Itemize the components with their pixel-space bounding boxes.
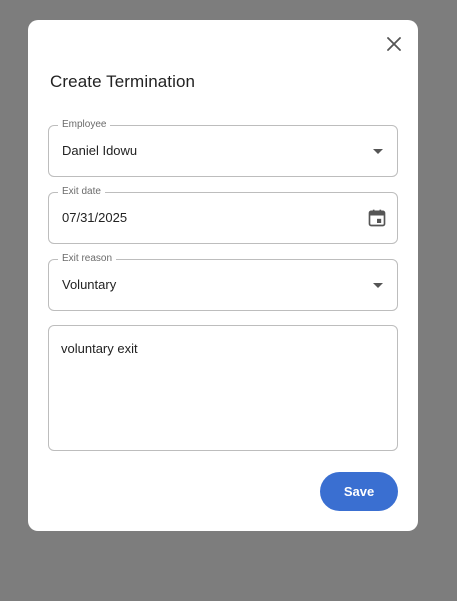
exit-date-value: 07/31/2025 bbox=[62, 210, 128, 225]
close-button[interactable] bbox=[383, 33, 405, 55]
close-icon bbox=[387, 37, 401, 51]
exit-reason-select[interactable]: Exit reason Voluntary bbox=[48, 252, 398, 311]
create-termination-dialog: Create Termination Employee Daniel Idowu… bbox=[28, 20, 418, 531]
employee-value: Daniel Idowu bbox=[62, 143, 138, 158]
calendar-icon[interactable] bbox=[367, 208, 387, 228]
employee-select[interactable]: Employee Daniel Idowu bbox=[48, 118, 398, 177]
exit-reason-value: Voluntary bbox=[62, 277, 117, 292]
chevron-down-icon bbox=[373, 149, 383, 154]
chevron-down-icon bbox=[373, 283, 383, 288]
employee-label: Employee bbox=[58, 118, 111, 132]
exit-date-label: Exit date bbox=[58, 185, 105, 199]
exit-date-field[interactable]: Exit date 07/31/2025 bbox=[48, 185, 398, 244]
exit-reason-label: Exit reason bbox=[58, 252, 117, 266]
save-button[interactable]: Save bbox=[320, 472, 398, 511]
notes-textarea[interactable]: voluntary exit bbox=[48, 325, 398, 451]
dialog-title: Create Termination bbox=[50, 72, 196, 91]
